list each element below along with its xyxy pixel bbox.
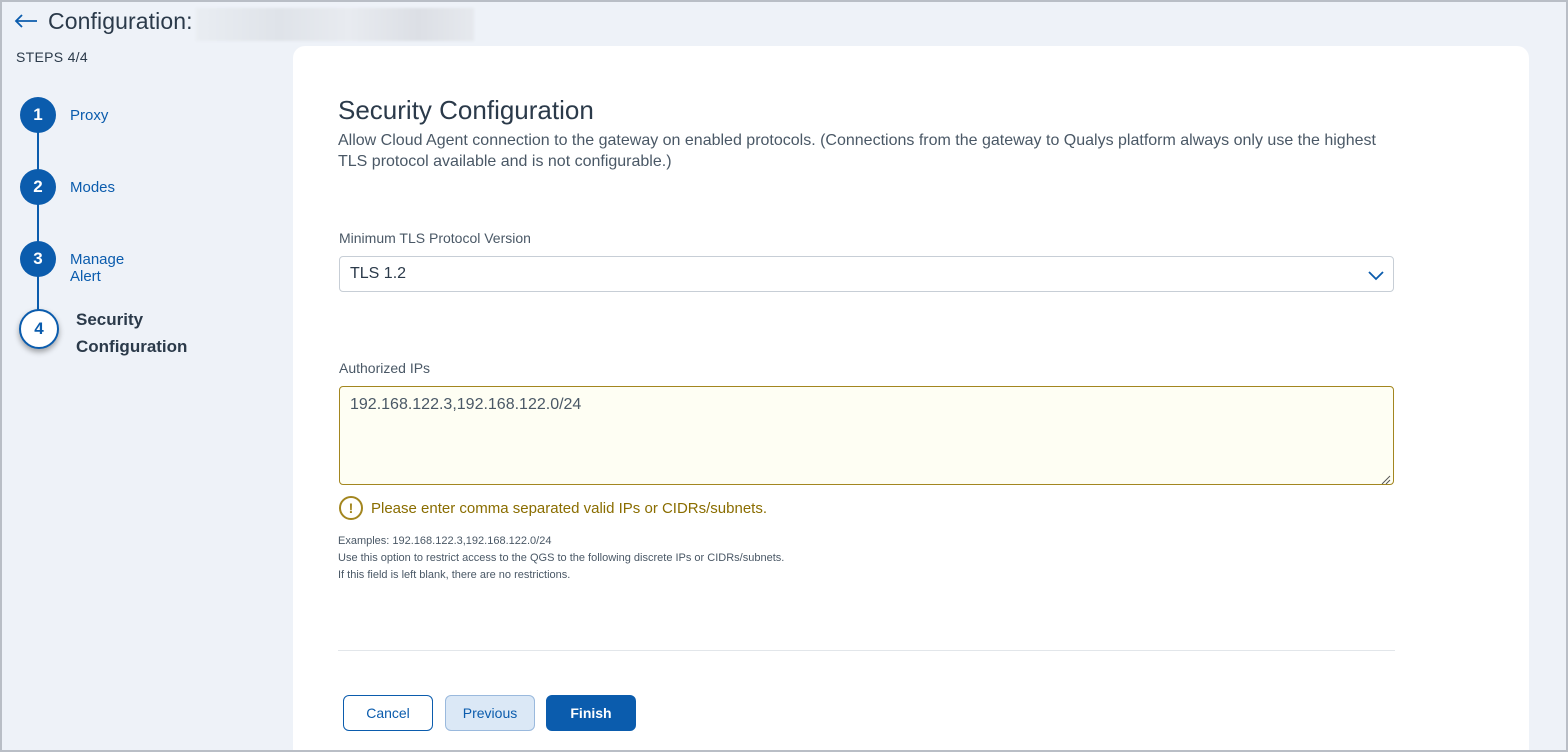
- step-3-indicator[interactable]: 3: [20, 241, 56, 277]
- help-line: If this field is left blank, there are n…: [338, 569, 571, 581]
- step-4-indicator: 4: [19, 309, 59, 349]
- step-4-label-line1: Security: [76, 310, 144, 329]
- step-4-label-line2: Configuration: [76, 337, 188, 356]
- step-2-indicator[interactable]: 2: [20, 169, 56, 205]
- cancel-button[interactable]: Cancel: [343, 695, 433, 731]
- finish-button[interactable]: Finish: [546, 695, 636, 731]
- step-4-label: Security Configuration: [76, 306, 187, 360]
- page-title: Configuration:: [48, 7, 193, 34]
- step-2-label[interactable]: Modes: [70, 179, 115, 196]
- help-text: Examples: 192.168.122.3,192.168.122.0/24…: [338, 533, 784, 584]
- step-connector: [37, 274, 39, 310]
- step-connector: [37, 202, 39, 244]
- step-1-label[interactable]: Proxy: [70, 107, 108, 124]
- authorized-ips-value: 192.168.122.3,192.168.122.0/24: [350, 396, 582, 413]
- step-1-indicator[interactable]: 1: [20, 97, 56, 133]
- redacted-title-value: [196, 8, 474, 41]
- previous-button[interactable]: Previous: [445, 695, 535, 731]
- divider: [338, 650, 1395, 651]
- section-description: Allow Cloud Agent connection to the gate…: [338, 132, 1376, 170]
- step-3-label[interactable]: Manage Alert: [70, 251, 124, 285]
- arrow-left-icon[interactable]: [14, 11, 40, 31]
- step-connector: [37, 130, 39, 172]
- warning-text: Please enter comma separated valid IPs o…: [371, 499, 768, 517]
- header: Configuration:: [14, 6, 193, 36]
- chevron-down-icon: [1367, 266, 1385, 284]
- authorized-ips-textarea[interactable]: 192.168.122.3,192.168.122.0/24: [339, 386, 1394, 485]
- section-title: Security Configuration: [338, 95, 594, 125]
- help-line: Examples: 192.168.122.3,192.168.122.0/24: [338, 535, 552, 547]
- tls-version-select[interactable]: TLS 1.2: [339, 256, 1394, 292]
- exclamation-circle-icon: !: [339, 496, 363, 520]
- help-line: Use this option to restrict access to th…: [338, 552, 785, 564]
- steps-count: STEPS 4/4: [16, 49, 88, 65]
- authorized-ips-label: Authorized IPs: [339, 360, 431, 376]
- tls-selected-value: TLS 1.2: [350, 265, 407, 282]
- security-config-card: Security Configuration Allow Cloud Agent…: [293, 46, 1529, 752]
- resize-handle-icon[interactable]: [1381, 472, 1391, 485]
- validation-warning: ! Please enter comma separated valid IPs…: [339, 496, 767, 520]
- tls-label: Minimum TLS Protocol Version: [339, 230, 531, 246]
